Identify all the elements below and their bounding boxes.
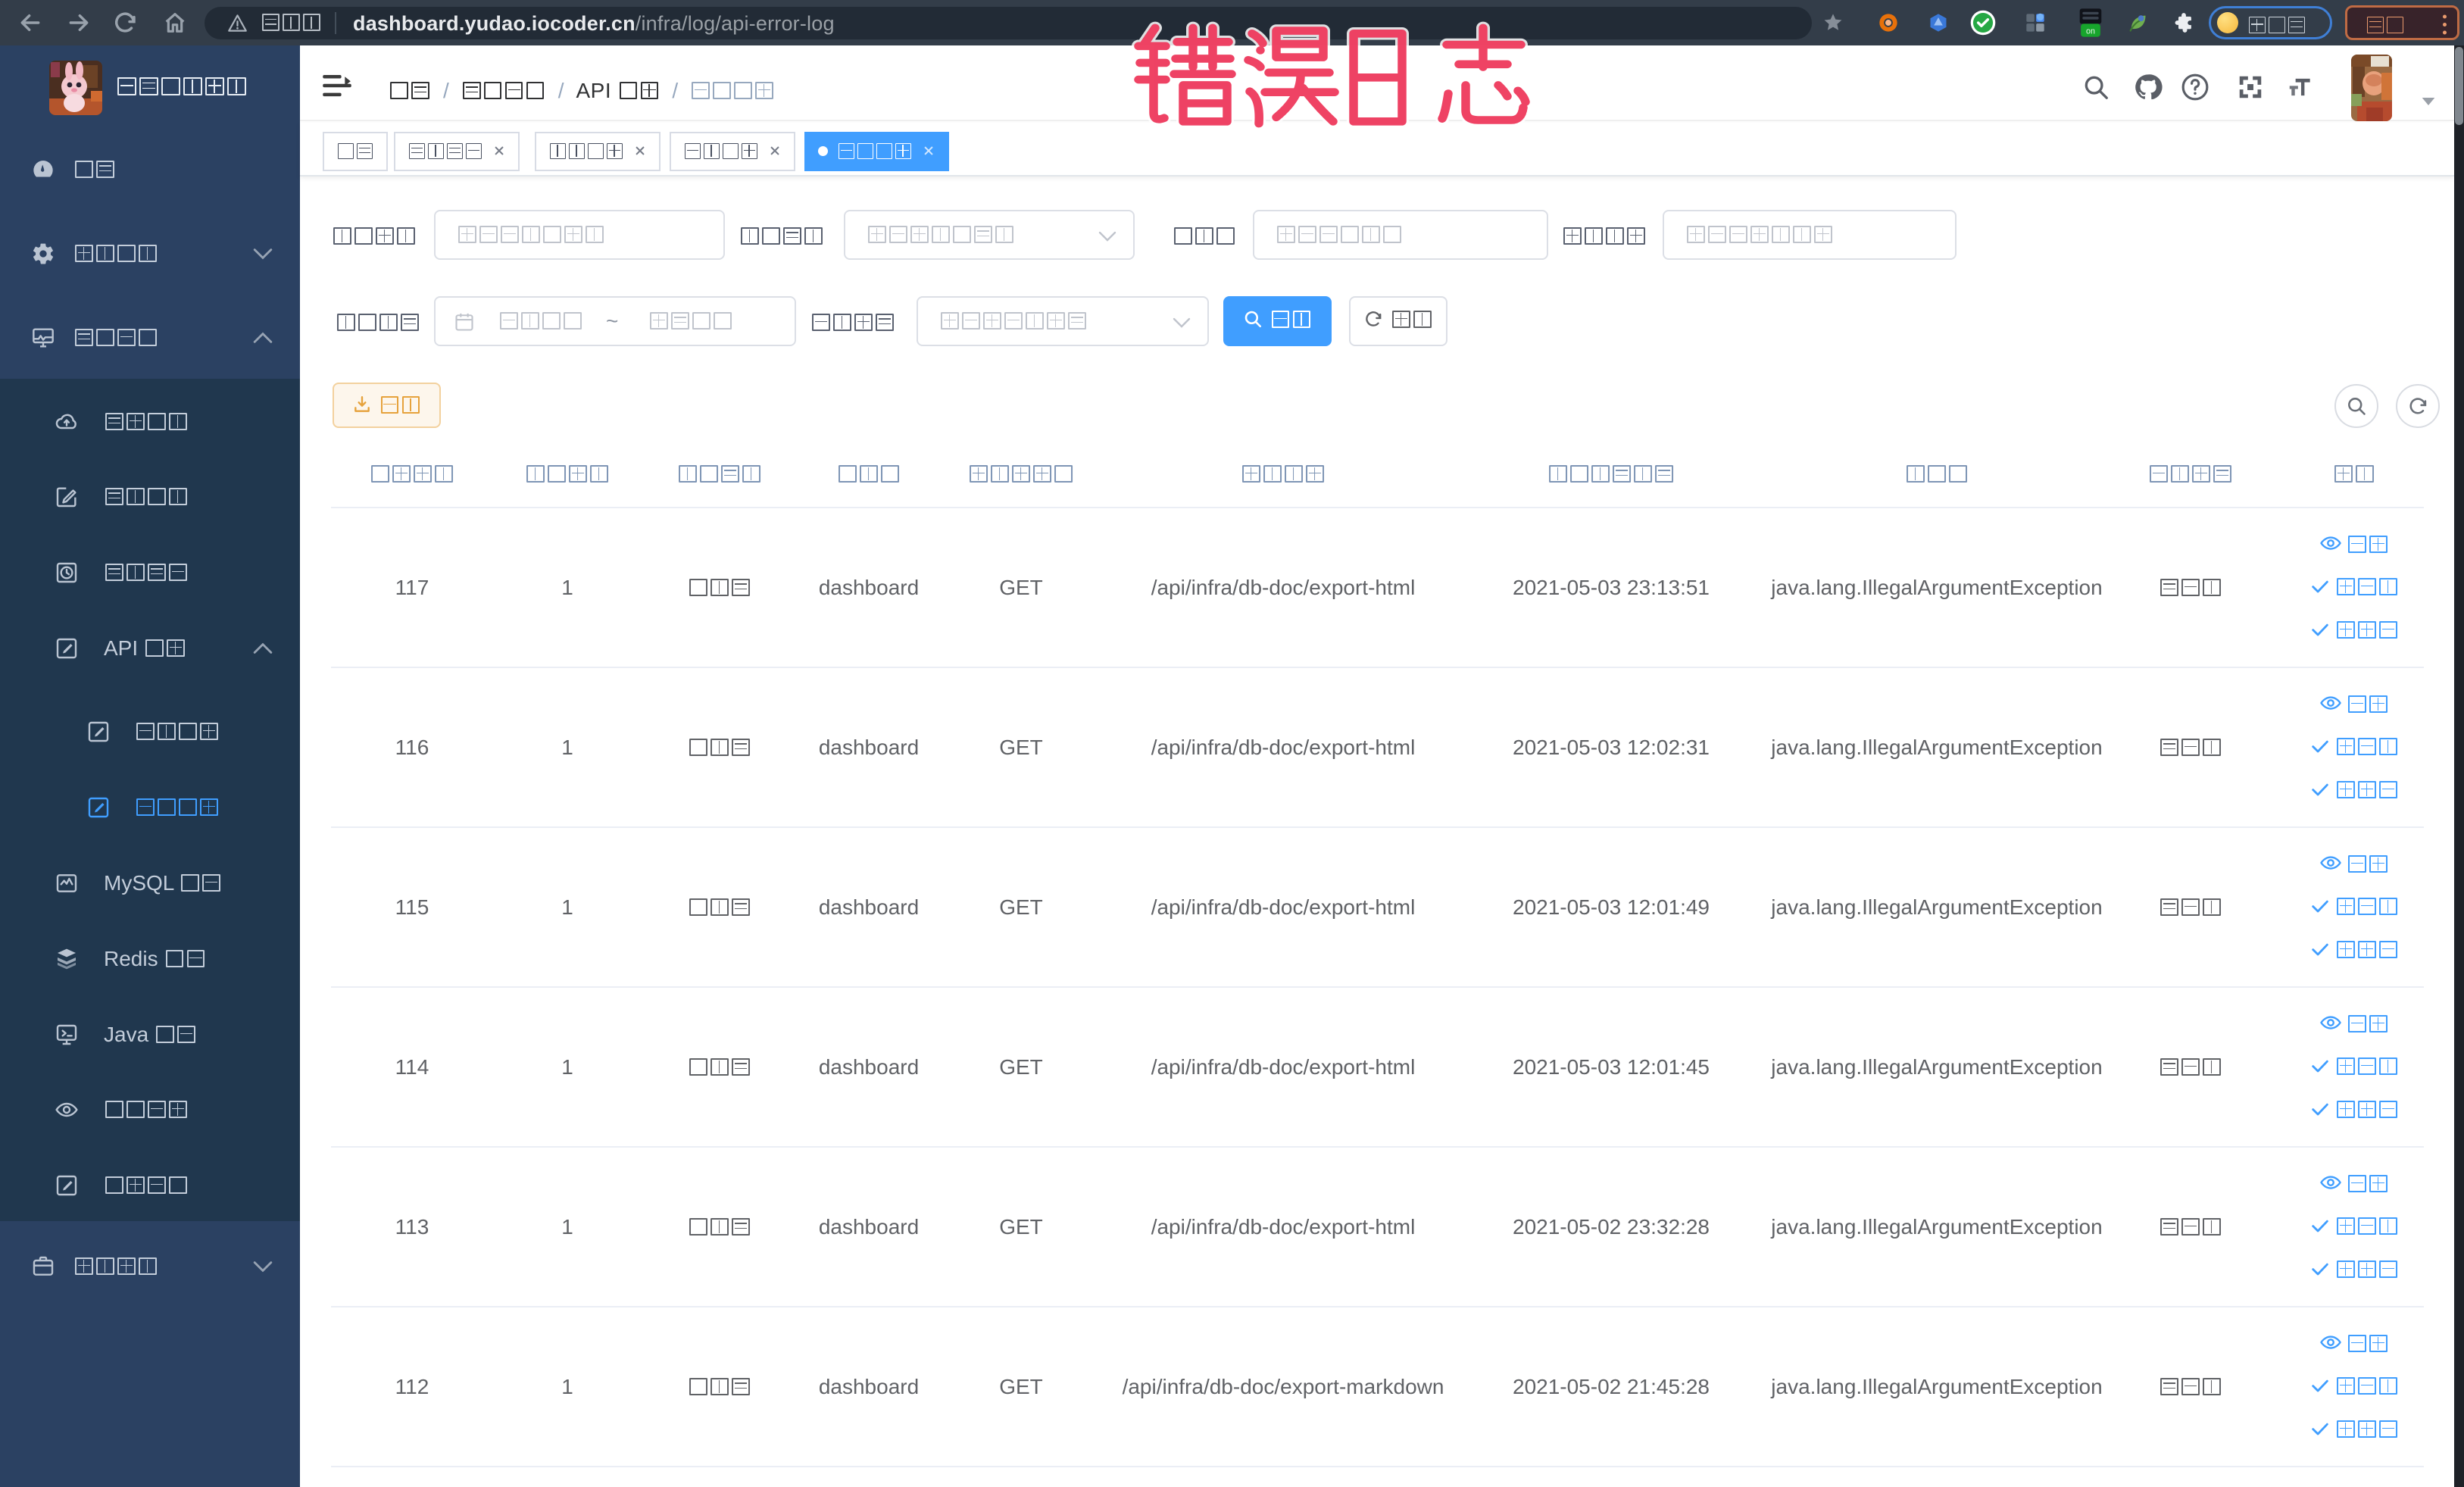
svg-text:on: on (2086, 27, 2095, 36)
